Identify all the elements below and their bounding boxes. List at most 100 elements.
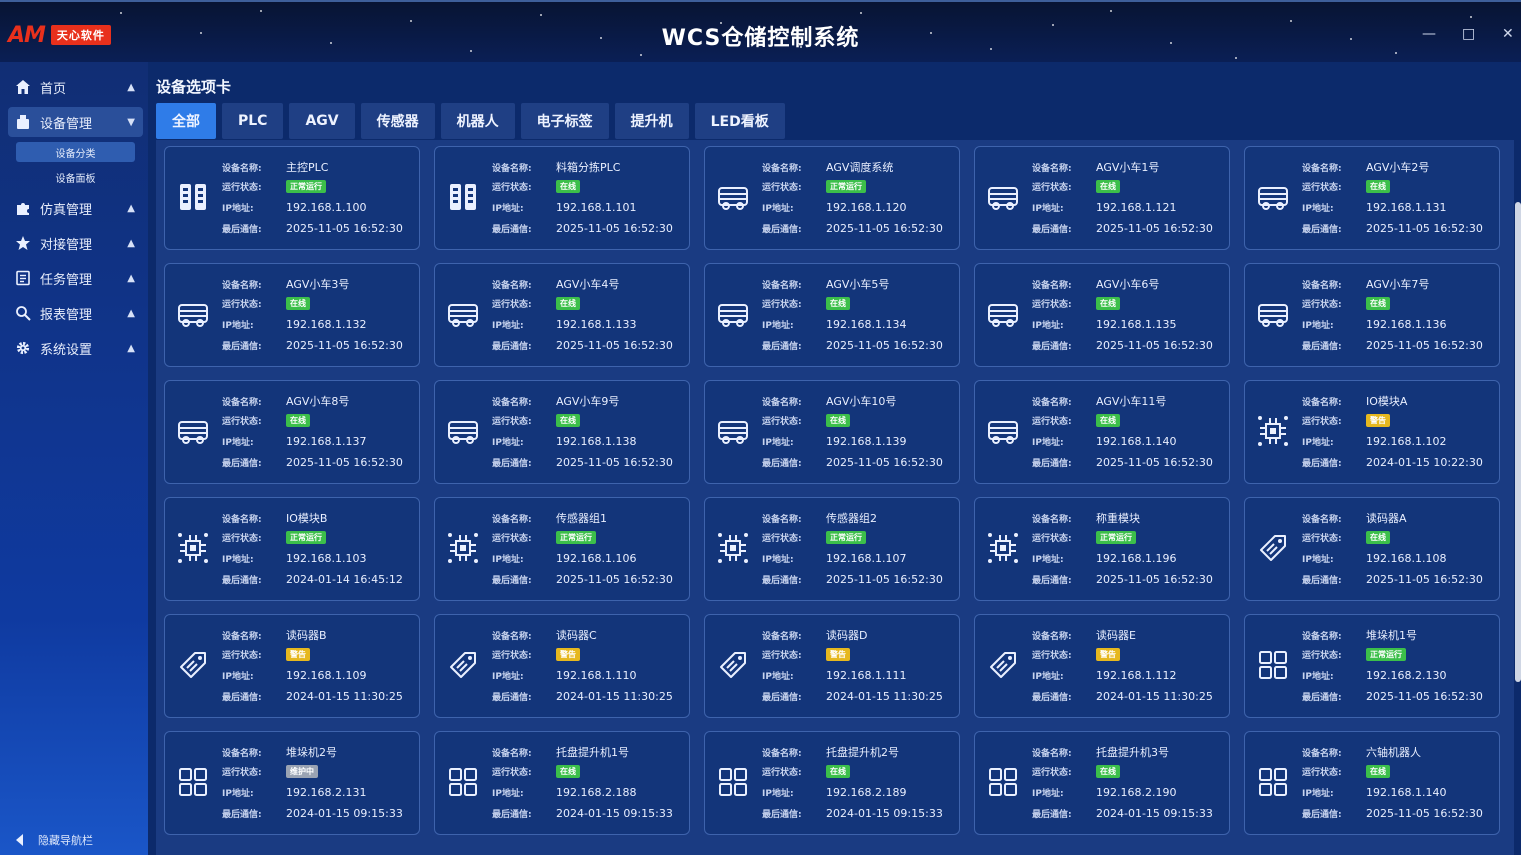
- device-last-value: 2025-11-05 16:52:30: [1096, 573, 1213, 586]
- device-field-last: 最后通信: 2025-11-05 16:52:30: [222, 339, 403, 352]
- device-card[interactable]: 设备名称: AGV小车11号 运行状态: 在线 IP地址: 192.168.1.140 最后…: [974, 380, 1230, 484]
- grid-icon: [1257, 649, 1289, 681]
- maximize-button[interactable]: □: [1462, 26, 1475, 42]
- field-label: 运行状态:: [1302, 300, 1342, 310]
- device-ip-value: 192.168.1.106: [556, 552, 637, 565]
- tab-agv[interactable]: AGV: [289, 103, 355, 139]
- sidebar-item-home[interactable]: 首页 ▲: [8, 72, 143, 102]
- device-name-value: 堆垛机2号: [286, 746, 337, 759]
- status-badge: 在线: [826, 765, 850, 778]
- agv-icon: [177, 415, 209, 447]
- device-card[interactable]: 设备名称: AGV小车4号 运行状态: 在线 IP地址: 192.168.1.133 最后通…: [434, 263, 690, 367]
- close-button[interactable]: ✕: [1502, 26, 1514, 42]
- device-name-value: 堆垛机1号: [1366, 629, 1417, 642]
- device-card[interactable]: 设备名称: AGV小车3号 运行状态: 在线 IP地址: 192.168.1.132 最后通…: [164, 263, 420, 367]
- device-card[interactable]: 设备名称: AGV小车1号 运行状态: 在线 IP地址: 192.168.1.121 最后通…: [974, 146, 1230, 250]
- device-ip-value: 192.168.1.133: [556, 318, 637, 331]
- device-field-name: 设备名称: AGV小车5号: [762, 276, 889, 292]
- field-label: IP地址:: [1302, 438, 1334, 448]
- device-field-name: 设备名称: IO模块B: [222, 510, 327, 526]
- hide-nav-button[interactable]: 隐藏导航栏: [8, 831, 93, 849]
- device-card[interactable]: 设备名称: AGV调度系统 运行状态: 正常运行 IP地址: 192.168.1.120 最…: [704, 146, 960, 250]
- tab-plc[interactable]: PLC: [222, 103, 284, 139]
- field-label: 最后通信:: [222, 576, 262, 586]
- device-card[interactable]: 设备名称: 读码器D 运行状态: 警告 IP地址: 192.168.1.111 最后通信: 2…: [704, 614, 960, 718]
- device-card[interactable]: 设备名称: 传感器组2 运行状态: 正常运行 IP地址: 192.168.1.107 最后通…: [704, 497, 960, 601]
- device-field-name: 设备名称: 传感器组2: [762, 510, 877, 526]
- field-label: 设备名称:: [1302, 163, 1342, 174]
- sidebar-item-settings[interactable]: 系统设置 ▲: [8, 333, 143, 363]
- device-card[interactable]: 设备名称: AGV小车10号 运行状态: 在线 IP地址: 192.168.1.139 最后…: [704, 380, 960, 484]
- field-label: 设备名称:: [762, 631, 802, 642]
- field-label: IP地址:: [1302, 321, 1334, 331]
- field-label: 设备名称:: [222, 280, 262, 291]
- device-card[interactable]: 设备名称: AGV小车6号 运行状态: 在线 IP地址: 192.168.1.135 最后通…: [974, 263, 1230, 367]
- tab-led[interactable]: LED看板: [694, 103, 785, 139]
- device-name-value: AGV小车10号: [826, 395, 897, 408]
- sidebar-item-integration[interactable]: 对接管理 ▲: [8, 228, 143, 258]
- sidebar-item-simulation[interactable]: 仿真管理 ▲: [8, 193, 143, 223]
- device-card[interactable]: 设备名称: AGV小车9号 运行状态: 在线 IP地址: 192.168.1.138 最后通…: [434, 380, 690, 484]
- sidebar-item-tasks[interactable]: 任务管理 ▲: [8, 263, 143, 293]
- device-card[interactable]: 设备名称: 主控PLC 运行状态: 正常运行 IP地址: 192.168.1.100 最后通…: [164, 146, 420, 250]
- tab-lift[interactable]: 提升机: [614, 103, 689, 139]
- field-label: 设备名称:: [1302, 280, 1342, 291]
- device-card[interactable]: 设备名称: 料箱分拣PLC 运行状态: 在线 IP地址: 192.168.1.101 最后通…: [434, 146, 690, 250]
- subitem-device-category[interactable]: 设备分类: [16, 142, 135, 162]
- device-field-ip: IP地址: 192.168.1.136: [1302, 318, 1446, 331]
- tab-all[interactable]: 全部: [156, 103, 216, 139]
- device-ip-value: 192.168.1.102: [1366, 435, 1447, 448]
- device-card[interactable]: 设备名称: 读码器B 运行状态: 警告 IP地址: 192.168.1.109 最后通信: 2…: [164, 614, 420, 718]
- device-card[interactable]: 设备名称: AGV小车7号 运行状态: 在线 IP地址: 192.168.1.136 最后通…: [1244, 263, 1500, 367]
- device-card[interactable]: 设备名称: 堆垛机1号 运行状态: 正常运行 IP地址: 192.168.2.130 最后通…: [1244, 614, 1500, 718]
- tab-robot[interactable]: 机器人: [440, 103, 515, 139]
- device-card[interactable]: 设备名称: 读码器A 运行状态: 在线 IP地址: 192.168.1.108 最后通信: 2…: [1244, 497, 1500, 601]
- device-card[interactable]: 设备名称: 托盘提升机1号 运行状态: 在线 IP地址: 192.168.2.188 最后通…: [434, 731, 690, 835]
- device-card[interactable]: 设备名称: 读码器E 运行状态: 警告 IP地址: 192.168.1.112 最后通信: 2…: [974, 614, 1230, 718]
- device-card[interactable]: 设备名称: 托盘提升机3号 运行状态: 在线 IP地址: 192.168.2.190 最后通…: [974, 731, 1230, 835]
- main-panel: 设备选项卡 全部 PLC AGV 传感器 机器人 电子标签 提升机 LED看板 …: [148, 62, 1521, 855]
- field-label: 设备名称:: [492, 631, 532, 642]
- field-label: IP地址:: [492, 438, 524, 448]
- field-label: IP地址:: [222, 555, 254, 565]
- field-label: IP地址:: [1302, 555, 1334, 565]
- device-card[interactable]: 设备名称: AGV小车8号 运行状态: 在线 IP地址: 192.168.1.137 最后通…: [164, 380, 420, 484]
- device-field-last: 最后通信: 2025-11-05 16:52:30: [762, 222, 943, 235]
- device-field-ip: IP地址: 192.168.1.196: [1032, 552, 1176, 565]
- device-card[interactable]: 设备名称: 读码器C 运行状态: 警告 IP地址: 192.168.1.110 最后通信: 2…: [434, 614, 690, 718]
- device-card[interactable]: 设备名称: 堆垛机2号 运行状态: 维护中 IP地址: 192.168.2.131 最后通信…: [164, 731, 420, 835]
- device-field-last: 最后通信: 2025-11-05 16:52:30: [1302, 339, 1483, 352]
- sidebar-item-reports[interactable]: 报表管理 ▲: [8, 298, 143, 328]
- status-badge: 正常运行: [556, 531, 596, 544]
- field-label: IP地址:: [222, 438, 254, 448]
- device-card[interactable]: 设备名称: AGV小车2号 运行状态: 在线 IP地址: 192.168.1.131 最后通…: [1244, 146, 1500, 250]
- minimize-button[interactable]: —: [1422, 26, 1436, 42]
- status-badge: 在线: [1096, 765, 1120, 778]
- field-label: IP地址:: [762, 438, 794, 448]
- sidebar-item-devices[interactable]: 设备管理 ▼: [8, 107, 143, 137]
- scrollbar[interactable]: [1515, 202, 1521, 682]
- device-last-value: 2025-11-05 16:52:30: [1366, 807, 1483, 820]
- device-field-status: 运行状态: 在线: [492, 297, 580, 310]
- device-card[interactable]: 设备名称: AGV小车5号 运行状态: 在线 IP地址: 192.168.1.134 最后通…: [704, 263, 960, 367]
- device-card[interactable]: 设备名称: 传感器组1 运行状态: 正常运行 IP地址: 192.168.1.106 最后通…: [434, 497, 690, 601]
- device-card[interactable]: 设备名称: 六轴机器人 运行状态: 在线 IP地址: 192.168.1.140 最后通信:…: [1244, 731, 1500, 835]
- device-ip-value: 192.168.1.112: [1096, 669, 1177, 682]
- tab-e-label[interactable]: 电子标签: [520, 103, 609, 139]
- device-card[interactable]: 设备名称: IO模块B 运行状态: 正常运行 IP地址: 192.168.1.103 最后通…: [164, 497, 420, 601]
- device-field-name: 设备名称: AGV小车6号: [1032, 276, 1159, 292]
- device-name-value: 读码器C: [556, 629, 597, 642]
- device-field-last: 最后通信: 2024-01-15 11:30:25: [762, 690, 943, 703]
- field-label: 最后通信:: [1032, 576, 1072, 586]
- device-card[interactable]: 设备名称: 称重模块 运行状态: 正常运行 IP地址: 192.168.1.196 最后通信…: [974, 497, 1230, 601]
- device-name-value: AGV小车3号: [286, 278, 350, 291]
- device-field-last: 最后通信: 2025-11-05 16:52:30: [492, 573, 673, 586]
- device-ip-value: 192.168.1.120: [826, 201, 907, 214]
- device-card[interactable]: 设备名称: 托盘提升机2号 运行状态: 在线 IP地址: 192.168.2.189 最后通…: [704, 731, 960, 835]
- tab-sensor[interactable]: 传感器: [360, 103, 435, 139]
- device-card[interactable]: 设备名称: IO模块A 运行状态: 警告 IP地址: 192.168.1.102 最后通信:…: [1244, 380, 1500, 484]
- status-badge: 在线: [286, 414, 310, 427]
- device-last-value: 2024-01-15 09:15:33: [556, 807, 673, 820]
- field-label: 最后通信:: [222, 810, 262, 820]
- subitem-device-panel[interactable]: 设备面板: [16, 167, 135, 187]
